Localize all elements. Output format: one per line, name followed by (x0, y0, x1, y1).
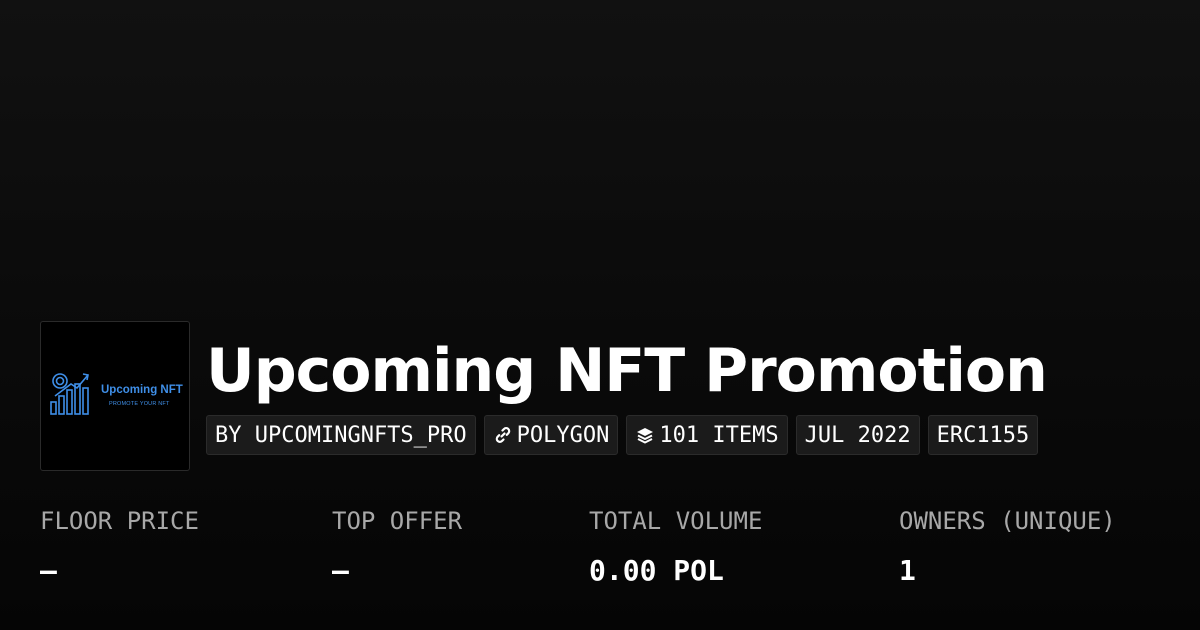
creator-badge[interactable]: BY UPCOMINGNFTS_PRO (206, 415, 476, 455)
top-offer-label: TOP OFFER (332, 507, 463, 535)
total-volume-stat: TOTAL VOLUME 0.00 POL (589, 504, 762, 588)
logo-title: Upcoming NFT (101, 384, 183, 396)
items-label: 101 ITEMS (659, 422, 779, 448)
chain-badge[interactable]: POLYGON (483, 415, 619, 455)
growth-chart-icon (50, 373, 89, 415)
owners-value: 1 (899, 554, 916, 587)
top-offer-value: – (332, 554, 349, 587)
link-icon (493, 425, 513, 445)
top-offer-stat: TOP OFFER – (332, 504, 462, 588)
standard-label: ERC1155 (936, 422, 1030, 448)
owners-label: OWNERS (UNIQUE) (899, 507, 1116, 535)
collection-logo: Upcoming NFT PROMOTE YOUR NFT (40, 321, 190, 471)
total-volume-label: TOTAL VOLUME (589, 507, 763, 535)
owners-stat: OWNERS (UNIQUE) 1 (899, 504, 1116, 588)
date-label: JUL 2022 (804, 422, 911, 448)
collection-title: Upcoming NFT Promotion (206, 336, 1048, 406)
items-badge[interactable]: 101 ITEMS (626, 415, 788, 455)
floor-price-stat: FLOOR PRICE – (40, 504, 199, 588)
layers-icon (635, 425, 655, 445)
collection-badges: BY UPCOMINGNFTS_PRO POLYGON 101 ITEMS JU… (206, 415, 1039, 455)
floor-price-value: – (40, 554, 57, 587)
chain-label: POLYGON (516, 422, 610, 448)
creator-label: BY UPCOMINGNFTS_PRO (215, 422, 467, 448)
date-badge: JUL 2022 (795, 415, 920, 455)
total-volume-value: 0.00 POL (589, 554, 724, 587)
standard-badge: ERC1155 (927, 415, 1039, 455)
logo-tagline: PROMOTE YOUR NFT (109, 401, 170, 407)
floor-price-label: FLOOR PRICE (40, 507, 199, 535)
